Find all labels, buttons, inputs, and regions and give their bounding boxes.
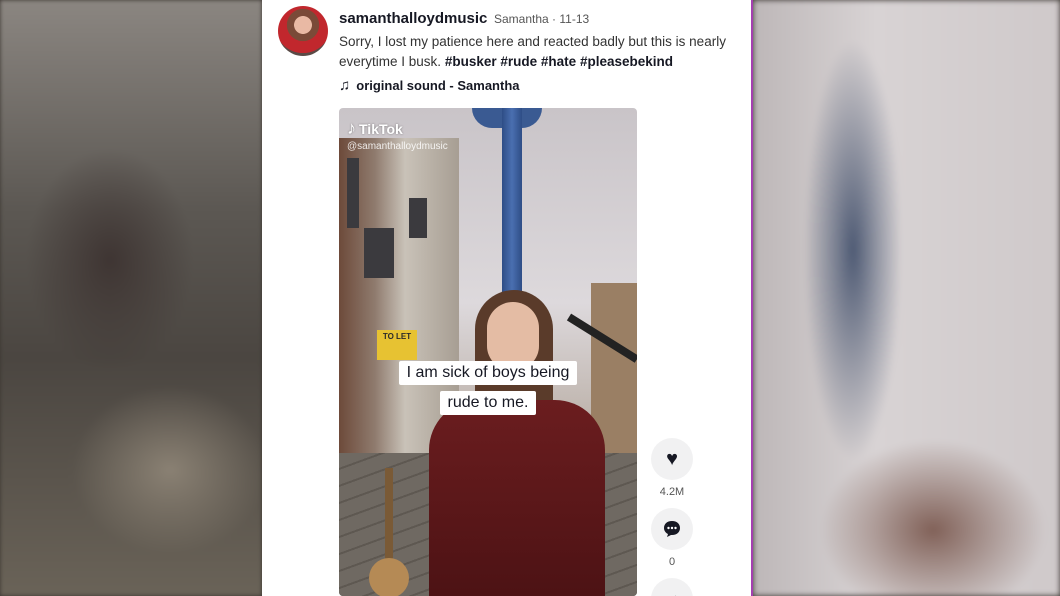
shop-sign: TO LET bbox=[377, 330, 417, 360]
like-button[interactable]: ♥ bbox=[651, 438, 693, 480]
lamp-post bbox=[502, 108, 522, 318]
sound-link[interactable]: ♫ original sound - Samantha bbox=[339, 77, 520, 94]
hashtag-busker[interactable]: #busker bbox=[445, 54, 497, 69]
hashtag-hate[interactable]: #hate bbox=[541, 54, 576, 69]
like-action: ♥ 4.2M bbox=[651, 438, 693, 498]
post-meta: Samantha · 11-13 bbox=[494, 12, 590, 26]
guitar bbox=[369, 468, 409, 596]
blurred-background-right bbox=[753, 0, 1060, 596]
sound-label: original sound - Samantha bbox=[356, 78, 520, 93]
post-caption: Sorry, I lost my patience here and react… bbox=[339, 32, 739, 72]
hashtag-pleasebekind[interactable]: #pleasebekind bbox=[580, 54, 673, 69]
share-button[interactable]: ➦ bbox=[651, 578, 693, 596]
hashtag-rude[interactable]: #rude bbox=[500, 54, 537, 69]
caption-overlay-line-2: rude to me. bbox=[339, 391, 637, 415]
tiktok-logo-icon: ♪ bbox=[347, 118, 356, 138]
blurred-background-left bbox=[0, 0, 262, 596]
post-panel: samanthalloydmusic Samantha · 11-13 Sorr… bbox=[262, 0, 751, 596]
comment-action: 0 bbox=[651, 508, 693, 568]
share-icon: ➦ bbox=[664, 587, 681, 596]
username[interactable]: samanthalloydmusic bbox=[339, 10, 487, 27]
tiktok-watermark: ♪ TikTok bbox=[347, 118, 403, 139]
singer bbox=[429, 290, 605, 596]
like-count: 4.2M bbox=[659, 486, 685, 498]
video-player[interactable]: TO LET ♪ TikTok @samanthalloydmusic I am… bbox=[339, 108, 637, 596]
caption-overlay-line-1: I am sick of boys being bbox=[339, 361, 637, 385]
avatar[interactable] bbox=[278, 6, 328, 56]
tiktok-watermark-label: TikTok bbox=[359, 120, 403, 137]
share-action: ➦ bbox=[651, 578, 693, 596]
comment-count: 0 bbox=[668, 556, 676, 568]
heart-icon: ♥ bbox=[666, 447, 678, 470]
divider-line bbox=[751, 0, 753, 596]
video-handle: @samanthalloydmusic bbox=[347, 141, 448, 152]
comment-button[interactable] bbox=[651, 508, 693, 550]
music-note-icon: ♫ bbox=[339, 77, 351, 94]
comment-icon bbox=[664, 521, 680, 537]
